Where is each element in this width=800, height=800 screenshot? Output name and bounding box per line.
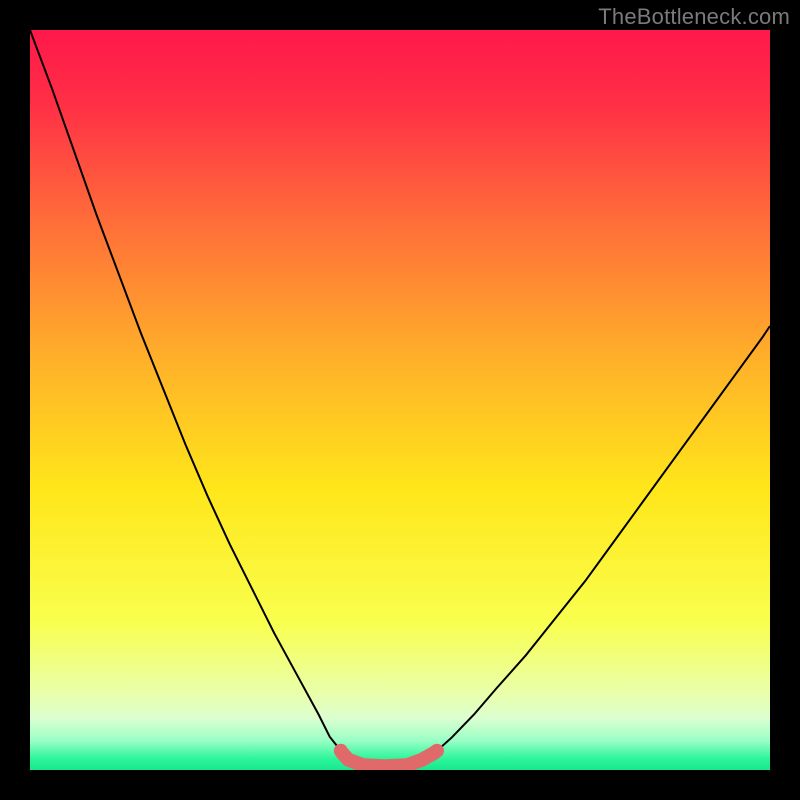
chart-frame: TheBottleneck.com bbox=[0, 0, 800, 800]
gradient-background bbox=[30, 30, 770, 770]
plot-area bbox=[30, 30, 770, 770]
watermark-text: TheBottleneck.com bbox=[598, 4, 790, 30]
chart-svg bbox=[30, 30, 770, 770]
